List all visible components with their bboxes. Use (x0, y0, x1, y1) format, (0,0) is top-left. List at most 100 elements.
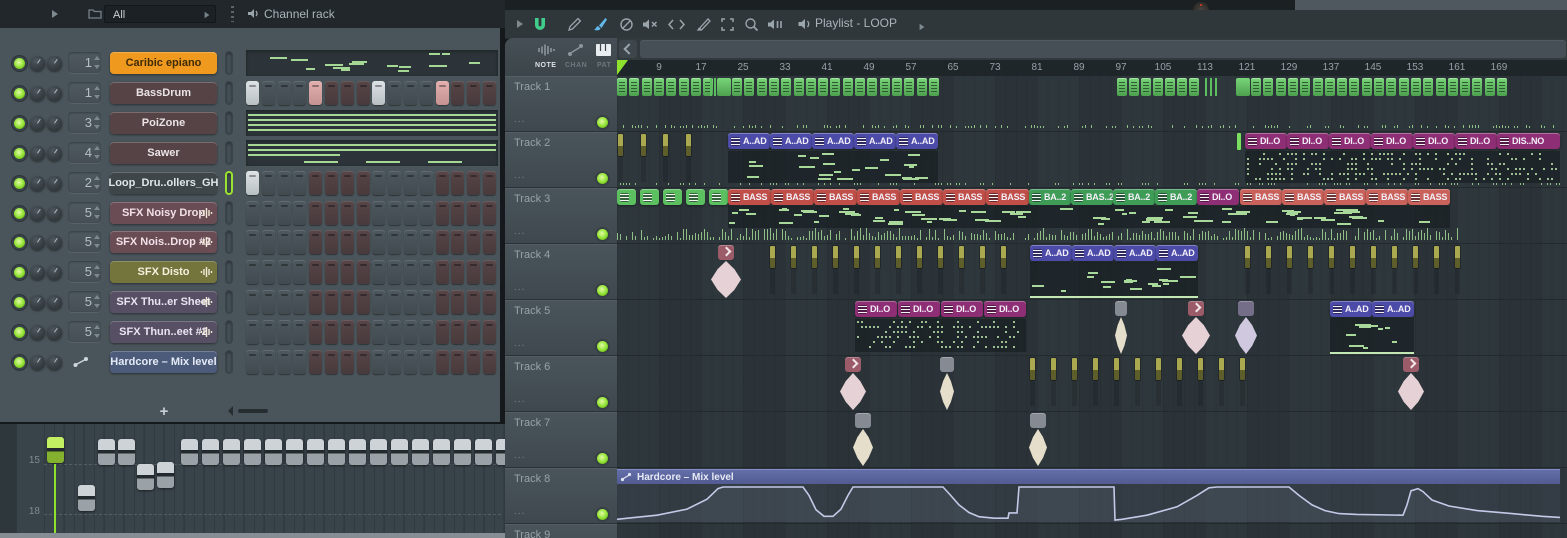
step-button[interactable] (293, 171, 306, 195)
pan-knob[interactable] (30, 176, 45, 191)
step-button[interactable] (357, 201, 370, 225)
pan-knob[interactable] (30, 86, 45, 101)
step-button[interactable] (404, 320, 417, 344)
step-button[interactable] (436, 290, 449, 314)
pattern-mini-indicator[interactable] (225, 290, 233, 314)
audio-slice-clip[interactable] (1266, 246, 1271, 268)
audio-slice-clip[interactable] (938, 246, 943, 268)
step-button[interactable] (483, 81, 496, 105)
pattern-clip-mini[interactable] (1129, 78, 1139, 96)
audio-waveform[interactable] (1182, 317, 1210, 354)
mixer-fader[interactable] (412, 439, 429, 465)
track-enable-led[interactable] (597, 509, 608, 520)
pattern-clip-mini[interactable] (757, 78, 767, 96)
channel-name-button[interactable]: Loop_Dru..ollers_GH (110, 172, 217, 194)
automation-picker-icon[interactable] (567, 43, 585, 57)
pattern-clip-mini[interactable] (1386, 78, 1396, 96)
track-enable-led[interactable] (597, 453, 608, 464)
track-enable-led[interactable] (597, 397, 608, 408)
track-header[interactable]: Track 7... (505, 412, 617, 468)
pattern-clip[interactable]: BASS (728, 189, 771, 205)
pattern-clip[interactable]: DI..O (855, 301, 897, 317)
audio-slice-clip[interactable] (618, 134, 623, 156)
pattern-clip-mini[interactable] (1472, 78, 1482, 96)
step-button[interactable] (278, 350, 291, 374)
pattern-clip[interactable] (709, 189, 728, 205)
step-button[interactable] (246, 260, 259, 284)
audio-slice-clip[interactable] (1287, 246, 1292, 268)
step-button[interactable] (436, 230, 449, 254)
step-button[interactable] (293, 350, 306, 374)
pattern-clip-mini[interactable] (830, 78, 840, 96)
step-button[interactable] (293, 201, 306, 225)
audio-slice-clip[interactable] (1434, 246, 1439, 268)
pattern-clip[interactable]: BA..2 (1155, 189, 1197, 205)
audio-slice-clip[interactable] (1114, 358, 1119, 380)
pattern-clip-mini[interactable] (1300, 78, 1310, 96)
slip-tool-icon[interactable] (667, 15, 685, 33)
pattern-clip[interactable]: DI..O (984, 301, 1026, 317)
pattern-clip-mini[interactable] (867, 78, 877, 96)
pattern-clip[interactable]: BASS (857, 189, 900, 205)
step-button[interactable] (404, 290, 417, 314)
track-header[interactable]: Track 6... (505, 356, 617, 412)
step-button[interactable] (262, 171, 275, 195)
audio-clip-header[interactable] (855, 413, 871, 428)
track-header[interactable]: Track 2... (505, 132, 617, 188)
step-button[interactable] (341, 230, 354, 254)
track-enable-led[interactable] (597, 229, 608, 240)
step-button[interactable] (293, 230, 306, 254)
pattern-clip-mini[interactable] (666, 78, 676, 96)
channel-enable-led[interactable] (14, 208, 25, 219)
step-button[interactable] (309, 320, 322, 344)
channel-enable-led[interactable] (14, 88, 25, 99)
step-button[interactable] (467, 230, 480, 254)
step-button[interactable] (341, 81, 354, 105)
track-enable-led[interactable] (597, 117, 608, 128)
step-button[interactable] (341, 171, 354, 195)
step-button[interactable] (325, 230, 338, 254)
step-button[interactable] (278, 81, 291, 105)
step-button[interactable] (372, 320, 385, 344)
pattern-clip-mini[interactable] (794, 78, 804, 96)
channel-enable-led[interactable] (14, 327, 25, 338)
step-button[interactable] (341, 260, 354, 284)
step-button[interactable] (325, 320, 338, 344)
step-button[interactable] (451, 290, 464, 314)
timeline-ruler[interactable]: 9172533414957657381899710511312112913714… (617, 60, 1567, 77)
audio-slice-clip[interactable] (1455, 246, 1460, 268)
mixer-fader[interactable] (137, 464, 154, 490)
channel-rack-title[interactable]: Channel rack (264, 7, 335, 21)
pattern-clip-mini[interactable] (1153, 78, 1163, 96)
pattern-clip-mini[interactable] (806, 78, 816, 96)
number-spinner-icon[interactable] (94, 146, 99, 159)
step-button[interactable] (357, 290, 370, 314)
pattern-clip[interactable]: A..AD (1372, 301, 1414, 317)
pattern-clip[interactable]: A..AD (854, 133, 896, 149)
pattern-clip[interactable]: BASS (1366, 189, 1408, 205)
step-button[interactable] (293, 260, 306, 284)
step-button[interactable] (372, 230, 385, 254)
audio-clip-header[interactable] (1188, 301, 1204, 316)
pattern-clip[interactable]: A..AD (1156, 245, 1198, 261)
pattern-clip-mini[interactable] (1349, 78, 1359, 96)
audio-waveform[interactable] (1235, 317, 1257, 354)
mixer-fader[interactable] (349, 439, 366, 465)
pattern-clip[interactable]: DI..O (898, 301, 940, 317)
mixer-fader[interactable] (370, 439, 387, 465)
step-button[interactable] (404, 260, 417, 284)
channel-enable-led[interactable] (14, 148, 25, 159)
step-button[interactable] (388, 320, 401, 344)
mixer-fader[interactable] (118, 439, 135, 465)
audio-clip-header[interactable] (1115, 301, 1127, 316)
number-spinner-icon[interactable] (94, 325, 99, 338)
track-enable-led[interactable] (597, 285, 608, 296)
pattern-clip[interactable]: BAS..2 (1071, 189, 1113, 205)
audio-slice-clip[interactable] (1219, 358, 1224, 380)
pattern-clip-block[interactable] (717, 78, 731, 96)
pattern-clip-mini[interactable] (1423, 78, 1433, 96)
step-button[interactable] (404, 81, 417, 105)
pattern-clip-mini[interactable] (1288, 78, 1298, 96)
audio-waveform[interactable] (940, 373, 954, 410)
step-button[interactable] (246, 290, 259, 314)
